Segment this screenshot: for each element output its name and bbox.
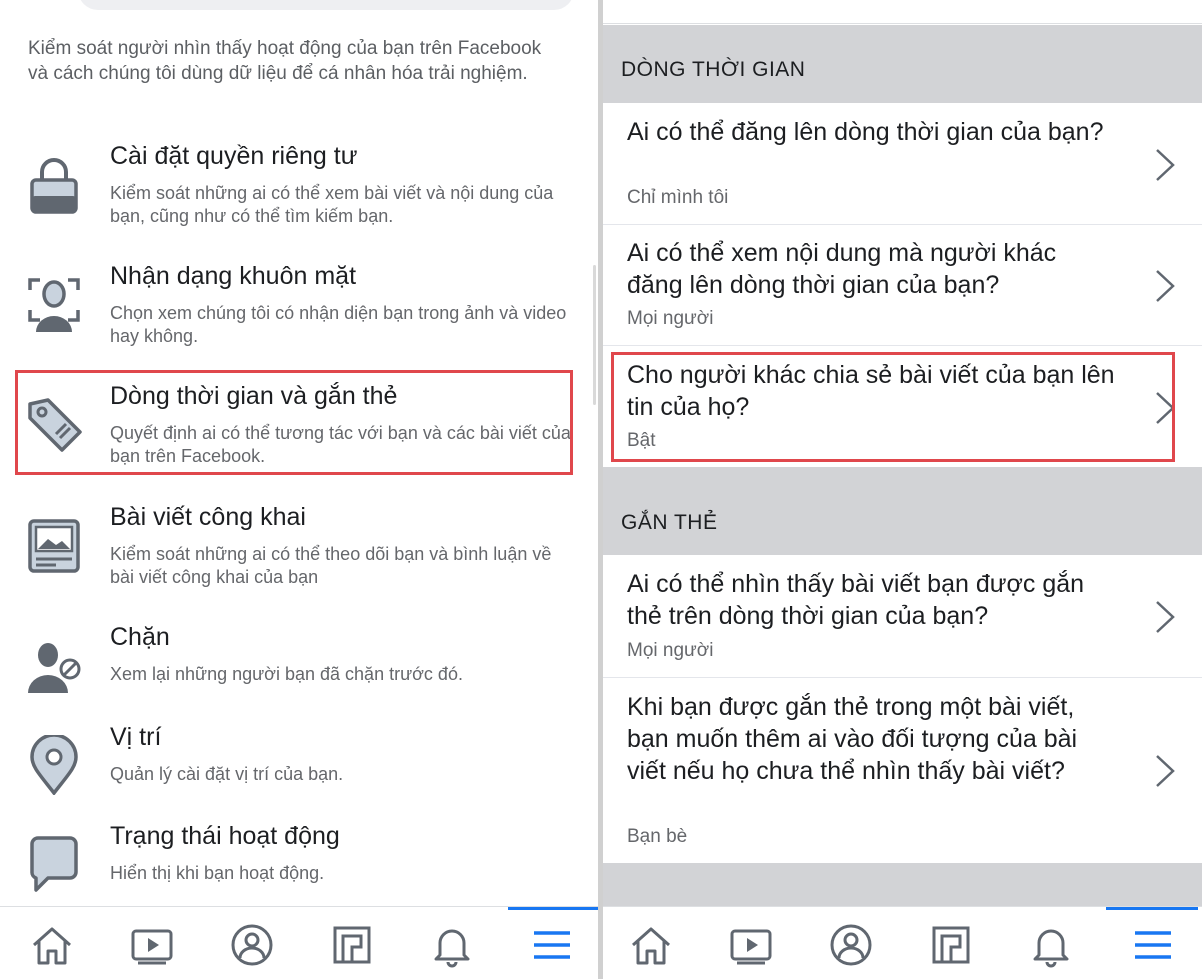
location-pin-icon	[30, 735, 78, 795]
notifications-icon	[434, 929, 470, 968]
search-bar-remnant[interactable]	[78, 0, 574, 10]
chevron-right-icon	[1156, 601, 1175, 633]
previous-row-remnant	[603, 0, 1202, 24]
menu-item-title: Chặn	[110, 623, 170, 651]
pages-icon	[932, 926, 970, 964]
setting-value: Chỉ mình tôi	[627, 187, 729, 208]
menu-item-blocking[interactable]: Chặn Xem lại những người bạn đã chặn trư…	[16, 617, 576, 721]
menu-item-subtitle: Kiểm soát những ai có thể theo dõi bạn v…	[110, 544, 552, 587]
bottom-nav-bar	[0, 906, 598, 979]
nav-notifications[interactable]	[1027, 921, 1075, 969]
face-scan-icon	[28, 278, 80, 332]
left-panel: Kiểm soát người nhìn thấy hoạt động của …	[0, 0, 598, 979]
menu-item-title: Trạng thái hoạt động	[110, 822, 340, 850]
menu-item-active-status[interactable]: Trạng thái hoạt động Hiển thị khi bạn ho…	[16, 816, 576, 920]
block-user-icon	[28, 643, 81, 693]
menu-item-title: Cài đặt quyền riêng tư	[110, 142, 358, 170]
menu-item-title: Bài viết công khai	[110, 503, 306, 531]
nav-pages[interactable]	[927, 921, 975, 969]
bottom-nav-bar	[603, 906, 1202, 979]
menu-item-subtitle: Kiểm soát những ai có thể xem bài viết v…	[110, 183, 554, 226]
notifications-icon	[1033, 929, 1069, 968]
section-header-timeline: DÒNG THỜI GIAN	[603, 25, 1202, 103]
menu-item-title: Vị trí	[110, 723, 162, 751]
nav-pages[interactable]	[328, 921, 376, 969]
chat-bubble-icon	[30, 836, 78, 892]
nav-profile[interactable]	[228, 921, 276, 969]
nav-watch[interactable]	[727, 921, 775, 969]
home-icon	[33, 927, 71, 965]
nav-menu[interactable]	[528, 921, 576, 969]
watch-icon	[131, 929, 173, 965]
profile-icon	[830, 924, 872, 966]
nav-profile[interactable]	[827, 921, 875, 969]
highlight-box	[15, 370, 573, 475]
nav-home[interactable]	[28, 921, 76, 969]
nav-home[interactable]	[627, 921, 675, 969]
menu-item-subtitle: Xem lại những người bạn đã chặn trước đó…	[110, 664, 463, 684]
profile-icon	[231, 924, 273, 966]
setting-row-who-can-see-others-posts[interactable]: Ai có thể xem nội dung mà người khác đăn…	[603, 225, 1202, 346]
section-header-label: GẮN THẺ	[621, 511, 718, 534]
menu-item-title: Nhận dạng khuôn mặt	[110, 262, 357, 290]
setting-row-tagged-posts-visibility[interactable]: Ai có thể nhìn thấy bài viết bạn được gắ…	[603, 555, 1202, 678]
setting-question: Ai có thể xem nội dung mà người khác đăn…	[627, 239, 1057, 299]
highlight-box	[611, 352, 1175, 462]
chevron-right-icon	[1156, 149, 1175, 181]
menu-icon	[1135, 931, 1171, 959]
setting-row-who-can-post[interactable]: Ai có thể đăng lên dòng thời gian của bạ…	[603, 103, 1202, 225]
menu-item-subtitle: Quản lý cài đặt vị trí của bạn.	[110, 764, 344, 784]
chevron-right-icon	[1156, 755, 1175, 787]
menu-item-privacy-settings[interactable]: Cài đặt quyền riêng tư Kiểm soát những a…	[16, 136, 576, 240]
menu-item-location[interactable]: Vị trí Quản lý cài đặt vị trí của bạn.	[16, 717, 576, 821]
setting-question: Ai có thể đăng lên dòng thời gian của bạ…	[627, 118, 1104, 146]
section-header-tagging: GẮN THẺ	[603, 467, 1202, 555]
chevron-right-icon	[1156, 270, 1175, 302]
right-panel: DÒNG THỜI GIAN Ai có thể đăng lên dòng t…	[603, 0, 1202, 979]
public-post-icon	[28, 519, 80, 573]
active-tab-indicator	[1106, 907, 1198, 910]
menu-item-subtitle: Hiển thị khi bạn hoạt động.	[110, 863, 325, 883]
watch-icon	[730, 929, 772, 965]
section-header-label: DÒNG THỜI GIAN	[621, 58, 806, 81]
setting-value: Mọi người	[627, 308, 714, 329]
privacy-section-description: Kiểm soát người nhìn thấy hoạt động của …	[28, 38, 542, 84]
setting-question: Khi bạn được gắn thẻ trong một bài viết,…	[627, 693, 1078, 785]
pages-icon	[333, 926, 371, 964]
setting-question: Ai có thể nhìn thấy bài viết bạn được gắ…	[627, 570, 1085, 630]
menu-item-face-recognition[interactable]: Nhận dạng khuôn mặt Chọn xem chúng tôi c…	[16, 256, 576, 360]
setting-row-tagged-audience[interactable]: Khi bạn được gắn thẻ trong một bài viết,…	[603, 678, 1202, 863]
nav-watch[interactable]	[128, 921, 176, 969]
scrollbar-thumb[interactable]	[593, 265, 596, 405]
setting-value: Mọi người	[627, 640, 714, 661]
nav-notifications[interactable]	[428, 921, 476, 969]
menu-item-subtitle: Chọn xem chúng tôi có nhận diện bạn tron…	[110, 303, 567, 346]
setting-value: Bạn bè	[627, 826, 688, 847]
lock-icon	[30, 158, 78, 214]
menu-icon	[534, 931, 570, 959]
active-tab-indicator	[508, 907, 598, 910]
menu-item-public-posts[interactable]: Bài viết công khai Kiểm soát những ai có…	[16, 497, 576, 601]
home-icon	[632, 927, 670, 965]
nav-menu[interactable]	[1129, 921, 1177, 969]
